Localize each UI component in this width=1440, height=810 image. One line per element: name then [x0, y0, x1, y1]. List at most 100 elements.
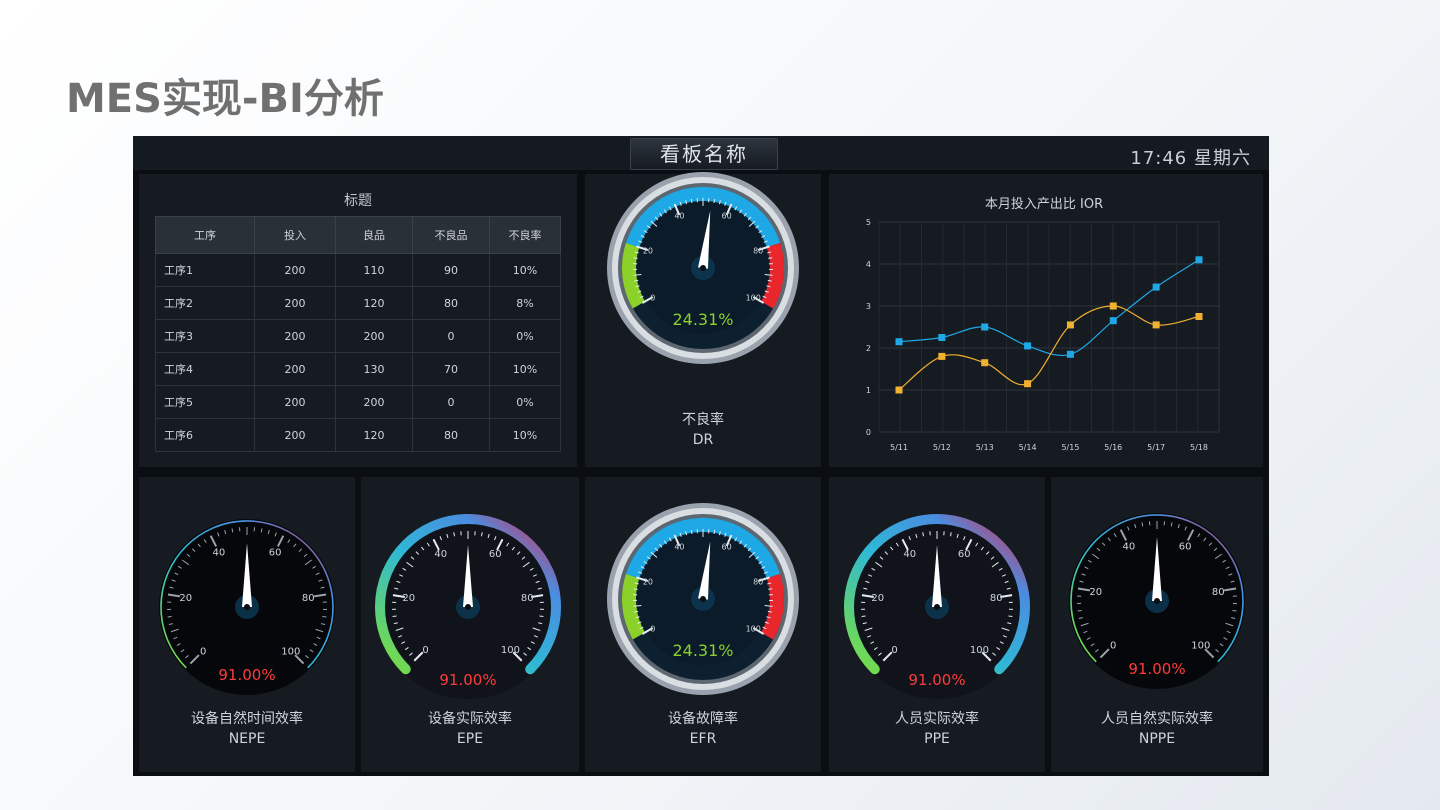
- ppe-panel: 0 20 40 60 80 100 91.00% 人员实际效率 PPE: [829, 477, 1045, 772]
- data-point: [1195, 313, 1203, 320]
- gauge-tick-label: 80: [990, 593, 1003, 604]
- table-cell: 0: [412, 385, 490, 419]
- table-row: 工序1 200 110 90 10%: [155, 253, 561, 287]
- needle-hub: [1154, 598, 1160, 604]
- y-tick-label: 5: [866, 218, 871, 227]
- table-cell: 工序5: [155, 385, 255, 419]
- x-tick-label: 5/17: [1147, 443, 1165, 452]
- data-point: [1109, 302, 1117, 310]
- x-tick-label: 5/13: [976, 443, 994, 452]
- table-cell: 200: [254, 253, 336, 287]
- table-cell: 200: [254, 385, 336, 419]
- gauge-tick-label: 20: [179, 593, 192, 604]
- epe-label-block: 设备实际效率 EPE: [361, 709, 579, 749]
- nepe-label-block: 设备自然时间效率 NEPE: [139, 709, 355, 749]
- gauge-tick-label: 100: [746, 625, 761, 634]
- gauge-label: 人员自然实际效率: [1101, 711, 1213, 727]
- table-cell: 80: [412, 286, 490, 320]
- table-row: 工序4 200 130 70 10%: [155, 352, 561, 386]
- table-cell: 10%: [489, 253, 561, 287]
- gauge-tick: [861, 615, 866, 618]
- table-cell: 10%: [489, 352, 561, 386]
- gauge-code: NPPE: [1138, 731, 1176, 747]
- gauge-tick: [539, 615, 544, 618]
- gauge-tick-label: 20: [402, 593, 415, 604]
- gauge-value: 91.00%: [439, 671, 496, 689]
- efr-label-block: 设备故障率 EFR: [585, 709, 821, 749]
- gauge-code: EFR: [689, 731, 717, 747]
- needle-hub: [700, 596, 706, 602]
- gauge-label: 人员实际效率: [895, 711, 979, 727]
- gauge-tick: [713, 198, 716, 204]
- table-cell: 200: [254, 286, 336, 320]
- ppe-gauge: 0 20 40 60 80 100 91.00%: [844, 513, 1030, 699]
- gauge-label: 设备实际效率: [428, 711, 512, 727]
- table-cell: 200: [254, 352, 336, 386]
- x-tick-label: 5/15: [1061, 443, 1079, 452]
- chart-grid: [878, 221, 1220, 433]
- gauge-tick-label: 100: [1191, 640, 1210, 651]
- data-point: [981, 359, 989, 367]
- table-cell: 10%: [489, 418, 561, 452]
- gauge-code: DR: [692, 432, 714, 448]
- column-header: 工序: [155, 216, 255, 254]
- ppe-label-block: 人员实际效率 PPE: [829, 709, 1045, 749]
- board-title: 看板名称: [630, 138, 778, 170]
- gauge-tick-label: 40: [1122, 541, 1135, 552]
- gauge-code: NEPE: [228, 731, 266, 747]
- gauge-tick-label: 20: [643, 578, 653, 587]
- chart-panel: 本月投入产出比 IOR 012345 5/11 5/12 5/13 5/14 5/15 5…: [829, 174, 1263, 467]
- needle-hub: [700, 265, 706, 271]
- table-cell: 120: [335, 418, 413, 452]
- data-point: [895, 338, 903, 346]
- gauge-tick: [713, 529, 716, 535]
- gauge-tick: [392, 615, 397, 618]
- gauge-tick: [167, 616, 172, 618]
- gauge-tick-label: 80: [753, 578, 763, 587]
- table-panel: 标题 工序 投入 良品 不良品 不良率 工序1 200 110 90 10% 工序2 20…: [139, 174, 577, 467]
- gauge-tick: [1008, 615, 1013, 618]
- data-point: [1024, 342, 1032, 350]
- gauge-tick-label: 0: [1110, 640, 1116, 651]
- table-header-row: 工序 投入 良品 不良品 不良率: [155, 216, 561, 254]
- gauge-tick-label: 0: [422, 645, 428, 656]
- dr-gauge: 0 20 40 60 80 100 24.31%: [607, 172, 799, 364]
- gauge-tick-label: 0: [891, 645, 897, 656]
- gauge-tick-label: 60: [489, 549, 502, 560]
- process-table: 工序 投入 良品 不良品 不良率 工序1 200 110 90 10% 工序2 200 12…: [155, 216, 561, 452]
- x-tick-label: 5/18: [1190, 443, 1208, 452]
- table-cell: 130: [335, 352, 413, 386]
- gauge-code: EPE: [456, 731, 484, 747]
- gauge-tick-label: 60: [269, 547, 282, 558]
- table-cell: 70: [412, 352, 490, 386]
- gauge-tick: [690, 198, 693, 204]
- x-tick-label: 5/11: [890, 443, 908, 452]
- table-cell: 120: [335, 286, 413, 320]
- y-axis-labels: 0 1 2 3 4 5: [866, 218, 871, 437]
- x-tick-label: 5/16: [1104, 443, 1122, 452]
- column-header: 投入: [254, 216, 336, 254]
- y-tick-label: 4: [866, 260, 871, 269]
- needle-hub: [465, 604, 471, 610]
- data-point: [1152, 283, 1160, 291]
- data-point: [1066, 321, 1074, 329]
- y-tick-label: 1: [866, 386, 871, 395]
- table-row: 工序6 200 120 80 10%: [155, 418, 561, 452]
- gauge-value: 91.00%: [1128, 660, 1185, 678]
- epe-gauge: 0 20 40 60 80 100 91.00%: [375, 513, 561, 699]
- table-cell: 90: [412, 253, 490, 287]
- nppe-label-block: 人员自然实际效率 NPPE: [1051, 709, 1263, 749]
- y-tick-label: 3: [866, 302, 871, 311]
- gauge-tick-label: 40: [212, 547, 225, 558]
- gauge-tick-label: 80: [1212, 587, 1225, 598]
- x-axis-labels: 5/11 5/12 5/13 5/14 5/15 5/16 5/17 5/18: [890, 443, 1208, 452]
- x-tick-label: 5/12: [933, 443, 951, 452]
- table-cell: 200: [254, 418, 336, 452]
- gauge-value: 91.00%: [218, 666, 275, 684]
- top-bar: 看板名称 17:46 星期六: [133, 136, 1269, 170]
- gauge-value: 24.31%: [672, 641, 733, 660]
- y-tick-label: 0: [866, 428, 871, 437]
- table-cell: 0%: [489, 385, 561, 419]
- gauge-value: 24.31%: [672, 310, 733, 329]
- gauge-tick-label: 100: [746, 294, 761, 303]
